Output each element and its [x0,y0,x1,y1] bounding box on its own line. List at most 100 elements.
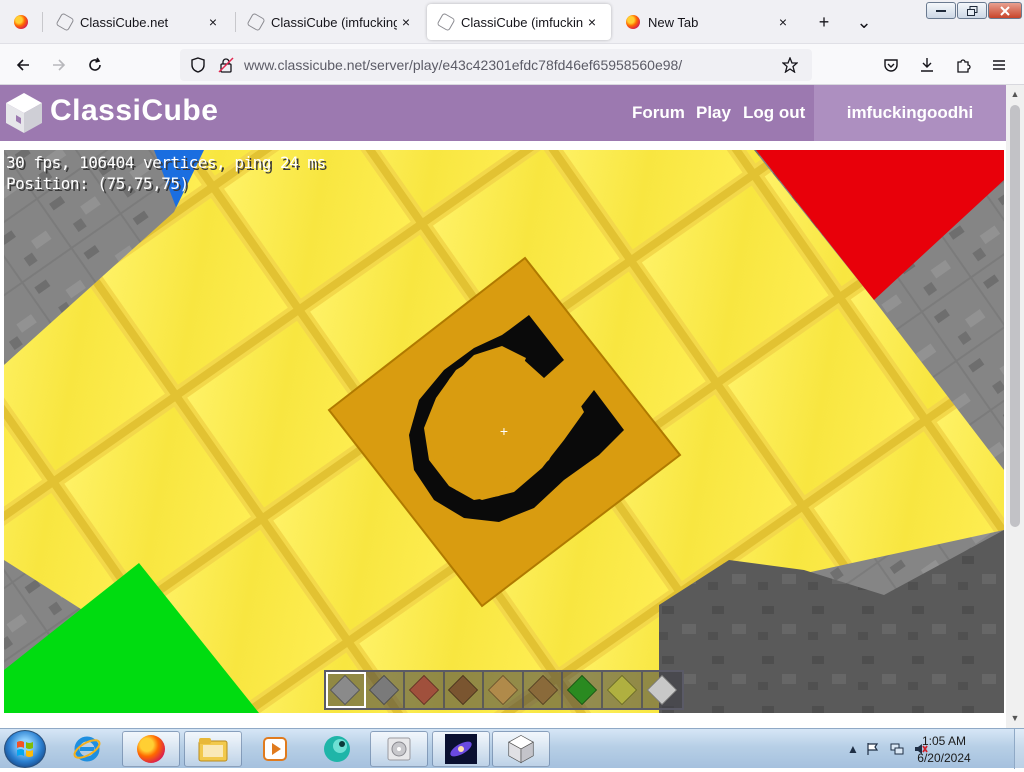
taskbar-firefox[interactable] [122,731,180,767]
tab-classicube-net[interactable]: ClassiCube.net × [46,4,232,40]
restore-icon [966,5,977,16]
hotbar-slot-dirt[interactable] [445,672,485,708]
stone-block-icon [329,674,360,706]
classicube-icon [246,12,266,32]
forward-button[interactable] [46,52,72,78]
taskbar-media-player[interactable] [246,731,304,767]
tab-close-button[interactable]: × [397,14,415,30]
taskbar-internet-explorer[interactable] [58,731,116,767]
hotbar-slot-stone[interactable] [326,672,366,708]
pocket-button[interactable] [878,52,904,78]
tab-label: ClassiCube (imfuckingoc [271,14,397,30]
crosshair-icon: + [499,423,509,439]
back-button[interactable] [10,52,36,78]
taskbar-classicube[interactable] [492,731,550,767]
leaves-block-icon [567,674,598,706]
hotbar-slot-log[interactable] [524,672,564,708]
game-canvas[interactable]: 30 fps, 106404 vertices, ping 24 ms Posi… [4,150,1004,713]
show-hidden-icons-button[interactable]: ▲ [846,742,860,756]
shield-icon[interactable] [190,57,206,73]
firefox-view-button[interactable] [0,0,42,44]
downloads-button[interactable] [914,52,940,78]
minimize-button[interactable] [926,2,956,19]
tab-label: ClassiCube (imfuckingoc [461,14,583,30]
brick-block-icon [408,674,439,706]
minimize-icon [936,9,946,12]
close-icon [1000,5,1010,16]
windows-taskbar: ▲ 1:05 AM 6/20/2024 [0,728,1024,769]
window-close-button[interactable] [988,2,1022,19]
classicube-icon [55,12,75,32]
url-text[interactable]: www.classicube.net/server/play/e43c42301… [244,57,682,73]
tab-classicube-play-active[interactable]: ClassiCube (imfuckingoc × [427,4,611,40]
galaxy-icon [445,734,477,764]
hotbar-slot-leaves[interactable] [563,672,603,708]
hamburger-menu-icon [993,60,1005,70]
disc-icon [387,737,411,761]
scrollbar-thumb[interactable] [1010,105,1020,527]
scroll-down-arrow-icon[interactable]: ▼ [1009,713,1021,725]
page-scrollbar[interactable]: ▲ ▼ [1006,85,1024,728]
reload-icon [89,57,101,71]
hotbar-slot-cobblestone[interactable] [366,672,406,708]
hotbar-slot-slab[interactable] [643,672,683,708]
reload-button[interactable] [82,52,108,78]
new-tab-button[interactable]: + [812,10,836,34]
tab-separator [235,12,236,32]
taskbar-galaxy-app[interactable] [432,731,490,767]
tab-new-tab[interactable]: New Tab × [614,4,802,40]
action-center-flag-icon[interactable] [866,742,880,756]
tab-strip: ClassiCube.net × ClassiCube (imfuckingoc… [0,0,1024,44]
app-menu-button[interactable] [986,52,1012,78]
arrow-right-icon [53,59,66,71]
sponge-block-icon [606,674,637,706]
url-bar[interactable]: www.classicube.net/server/play/e43c42301… [180,49,812,81]
tab-close-button[interactable]: × [204,14,222,30]
taskbar-app[interactable] [308,731,366,767]
clock-date[interactable]: 6/20/2024 [884,751,1004,765]
insecure-lock-icon[interactable] [218,57,234,73]
log-block-icon [527,674,558,706]
firefox-icon [137,735,165,763]
scroll-up-arrow-icon[interactable]: ▲ [1009,89,1021,101]
username-link[interactable]: imfuckingoodhi [814,85,1006,141]
taskbar-disc-app[interactable] [370,731,428,767]
file-explorer-icon [198,738,228,762]
hotbar [324,670,684,710]
windows-logo-icon [17,741,33,757]
site-name[interactable]: ClassiCube [50,94,218,128]
clock-time[interactable]: 1:05 AM [884,734,1004,748]
tab-close-button[interactable]: × [774,14,792,30]
restore-button[interactable] [957,2,987,19]
tab-close-button[interactable]: × [583,14,601,30]
nav-link-play[interactable]: Play [696,103,731,123]
classicube-icon [436,12,456,32]
tab-classicube-play-1[interactable]: ClassiCube (imfuckingoc × [237,4,425,40]
hotbar-slot-brick[interactable] [405,672,445,708]
puzzle-icon [957,59,971,73]
taskbar-file-explorer[interactable] [184,731,242,767]
internet-explorer-icon [73,736,101,762]
username-label: imfuckingoodhi [846,103,974,122]
show-desktop-button[interactable] [1014,729,1024,769]
nav-link-log-out[interactable]: Log out [743,103,805,123]
classicube-logo-icon[interactable] [4,91,44,135]
tab-separator [42,12,43,32]
pocket-icon [884,59,898,72]
app-icon [324,736,350,762]
debug-stats-text: 30 fps, 106404 vertices, ping 24 ms [6,153,326,172]
star-icon[interactable] [782,57,798,73]
list-tabs-button[interactable]: ⌄ [852,10,876,34]
navigation-toolbar: www.classicube.net/server/play/e43c42301… [0,44,1024,85]
firefox-icon [626,15,640,29]
nav-link-forum[interactable]: Forum [632,103,685,123]
start-button[interactable] [4,730,46,768]
hotbar-slot-wood-planks[interactable] [484,672,524,708]
cobblestone-block-icon [369,674,400,706]
arrow-left-icon [16,59,29,71]
tab-label: ClassiCube.net [80,14,169,30]
dirt-block-icon [448,674,479,706]
tab-label: New Tab [648,14,699,30]
hotbar-slot-sponge[interactable] [603,672,643,708]
extensions-button[interactable] [950,52,976,78]
